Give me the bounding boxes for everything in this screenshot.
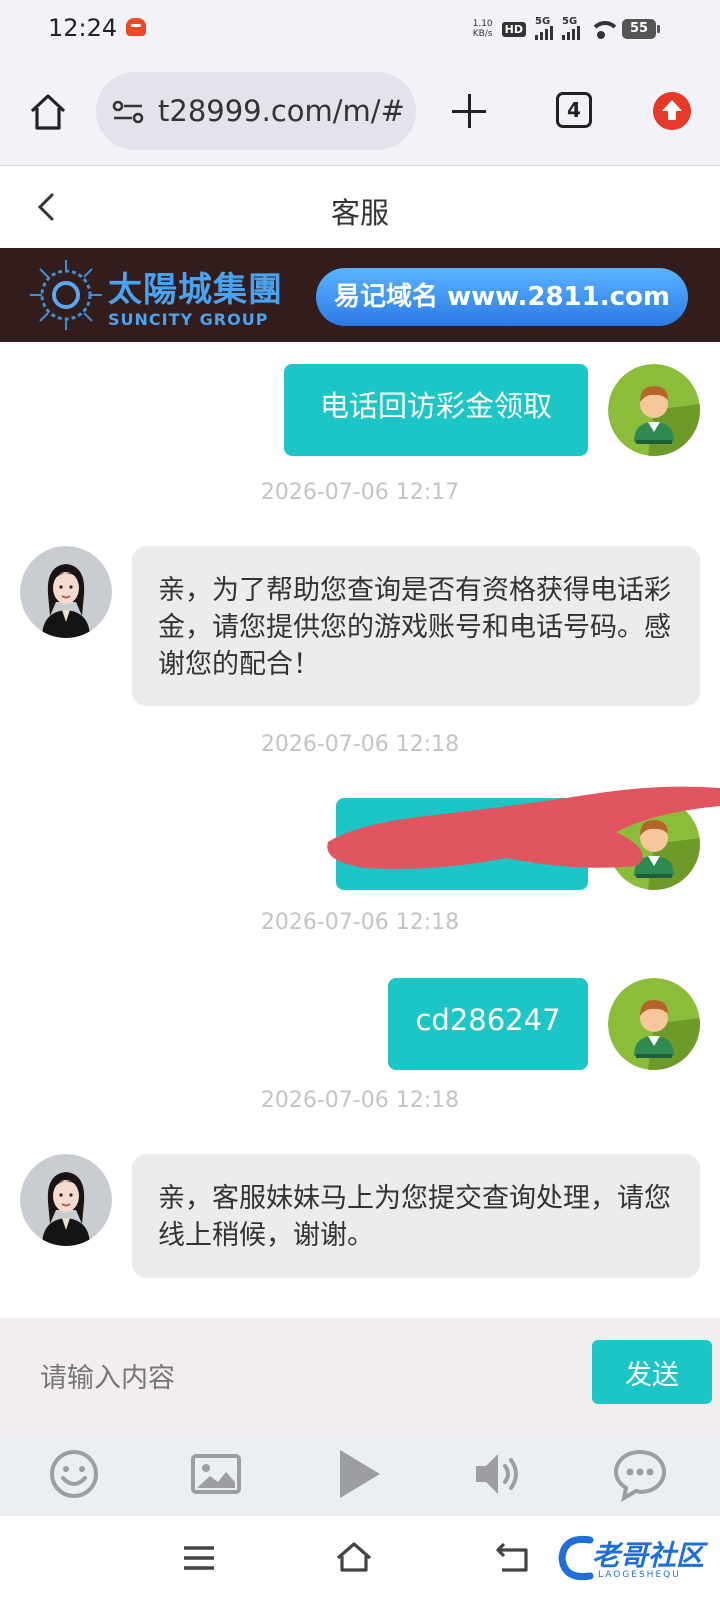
user-avatar xyxy=(608,978,700,1070)
play-icon[interactable] xyxy=(330,1446,386,1502)
chat-toolbar xyxy=(0,1434,720,1516)
user-avatar xyxy=(608,364,700,456)
url-text[interactable]: t28999.com/m/#/ xyxy=(158,94,404,128)
send-button[interactable]: 发送 xyxy=(592,1340,712,1404)
message-timestamp: 2026-07-06 12:17 xyxy=(260,480,460,505)
incoming-message: 亲，为了帮助您查询是否有资格获得电话彩金，请您提供您的游戏账号和电话号码。感谢您… xyxy=(132,546,700,706)
signal-icon: 5G xyxy=(562,16,580,40)
agent-avatar xyxy=(20,546,112,638)
home-icon[interactable] xyxy=(334,1540,374,1576)
notification-icon xyxy=(126,18,146,36)
watermark-logo: 老哥社区 LAOGESHEQU xyxy=(556,1530,706,1590)
outgoing-message: 电话回访彩金领取 xyxy=(284,364,588,456)
browser-toolbar: t28999.com/m/#/ 4 xyxy=(0,58,720,166)
net-speed-unit: KB/s xyxy=(472,29,493,39)
page-title: 客服 xyxy=(330,196,389,230)
status-time: 12:24 xyxy=(48,14,118,42)
redaction-scribble xyxy=(327,786,720,869)
volume-icon[interactable] xyxy=(470,1446,526,1502)
new-tab-icon[interactable] xyxy=(452,94,488,130)
message-text: cd286247 xyxy=(415,1003,561,1037)
message-timestamp: 2026-07-06 12:18 xyxy=(260,910,460,935)
net-speed-value: 1.10 xyxy=(472,19,493,29)
promo-banner[interactable]: 太陽城集團 SUNCITY GROUP 易记域名 www.2811.com xyxy=(0,248,720,342)
outgoing-message: cd286247 xyxy=(388,978,588,1070)
image-icon[interactable] xyxy=(188,1446,244,1502)
tab-count-button[interactable]: 4 xyxy=(556,92,592,128)
emoji-icon[interactable] xyxy=(46,1446,102,1502)
watermark-text: 老哥社区 xyxy=(592,1539,705,1572)
home-icon[interactable] xyxy=(28,92,68,132)
status-indicators: 1.10 KB/s HD 5G 5G 55 xyxy=(473,14,660,44)
signal-icon: 5G xyxy=(535,16,553,40)
watermark-c-icon xyxy=(558,1535,594,1581)
banner-brand: 太陽城集團 xyxy=(108,270,283,310)
incoming-message: 亲，客服妹妹马上为您提交查询处理，请您线上稍候，谢谢。 xyxy=(132,1154,700,1278)
net-speed: 1.10 KB/s xyxy=(473,19,493,39)
back-icon[interactable] xyxy=(494,1540,534,1576)
hd-badge: HD xyxy=(501,21,526,37)
battery-icon: 55 xyxy=(622,19,660,39)
status-bar: 12:24 1.10 KB/s HD 5G 5G 55 xyxy=(0,0,720,58)
upgrade-icon[interactable] xyxy=(653,92,691,130)
sun-logo-icon xyxy=(30,260,102,330)
page-header: 客服 xyxy=(0,166,720,248)
system-nav-bar: 老哥社区 LAOGESHEQU xyxy=(0,1516,720,1600)
message-timestamp: 2026-07-06 12:18 xyxy=(260,1088,460,1113)
message-composer: 发送 xyxy=(0,1318,720,1434)
chat-bubble-icon[interactable] xyxy=(612,1446,668,1502)
banner-domain-button[interactable]: 易记域名 www.2811.com xyxy=(316,268,688,326)
menu-icon[interactable] xyxy=(180,1540,220,1576)
chat-messages[interactable]: 电话回访彩金领取 2026-07-06 12:17 亲，为了帮助您查询是否有资格… xyxy=(0,342,720,1318)
banner-brand-en: SUNCITY GROUP xyxy=(108,310,269,329)
message-input[interactable] xyxy=(40,1356,560,1400)
address-bar[interactable]: t28999.com/m/#/ xyxy=(96,72,416,150)
watermark-subtext: LAOGESHEQU xyxy=(598,1570,681,1580)
message-text: 电话回访彩金领取 xyxy=(319,389,552,423)
site-settings-icon[interactable] xyxy=(112,98,144,126)
message-timestamp: 2026-07-06 12:18 xyxy=(260,732,460,757)
signal-label: 5G xyxy=(535,16,551,27)
wifi-icon xyxy=(589,19,621,39)
agent-avatar xyxy=(20,1154,112,1246)
signal-label: 5G xyxy=(562,16,578,27)
